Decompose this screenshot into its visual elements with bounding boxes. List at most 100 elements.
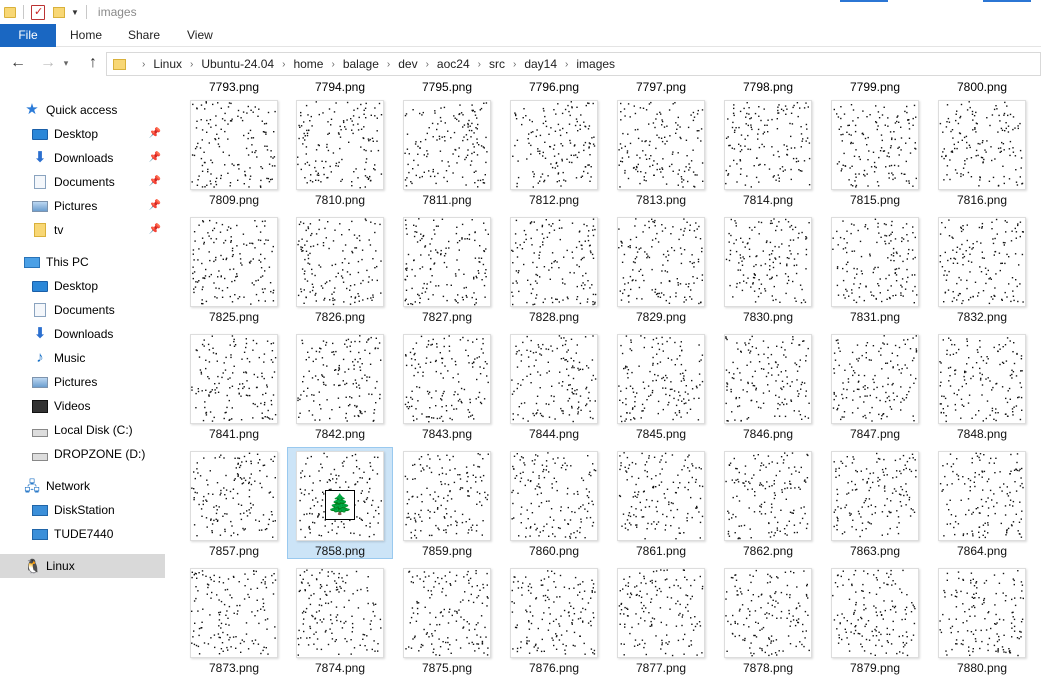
chevron-right-icon[interactable]: › (387, 59, 390, 70)
file-name-label[interactable]: 7880.png (929, 661, 1035, 677)
image-thumbnail[interactable] (938, 451, 1026, 541)
breadcrumb-aoc24[interactable]: aoc24 (437, 57, 470, 71)
image-thumbnail[interactable] (724, 217, 812, 307)
file-name-label[interactable]: 7815.png (822, 193, 928, 209)
file-item[interactable]: 7862.png (715, 447, 821, 561)
nav-pc-dropzone[interactable]: DROPZONE (D:) (0, 442, 165, 466)
image-thumbnail[interactable] (403, 217, 491, 307)
file-name-label[interactable]: 7794.png (287, 80, 393, 94)
image-thumbnail[interactable] (190, 451, 278, 541)
breadcrumb-images[interactable]: images (576, 57, 615, 71)
file-name-label[interactable]: 7875.png (394, 661, 500, 677)
file-name-label[interactable]: 7841.png (181, 427, 287, 443)
pin-icon[interactable]: 📌 (149, 200, 161, 211)
file-item[interactable]: 7841.png (181, 330, 287, 444)
file-name-label[interactable]: 7827.png (394, 310, 500, 326)
image-thumbnail[interactable] (938, 334, 1026, 424)
file-name-label[interactable]: 7842.png (287, 427, 393, 443)
breadcrumb-home[interactable]: home (293, 57, 323, 71)
file-item[interactable]: 7815.png (822, 96, 928, 210)
image-thumbnail[interactable] (938, 217, 1026, 307)
file-name-label[interactable]: 7816.png (929, 193, 1035, 209)
file-item[interactable]: 7809.png (181, 96, 287, 210)
chevron-right-icon[interactable]: › (426, 59, 429, 70)
file-name-label[interactable]: 7813.png (608, 193, 714, 209)
image-thumbnail[interactable] (724, 334, 812, 424)
file-name-label[interactable]: 7863.png (822, 544, 928, 560)
customize-quick-access-icon[interactable]: ▼ (71, 8, 79, 17)
file-item[interactable]: 7878.png (715, 564, 821, 678)
file-item[interactable]: 7829.png (608, 213, 714, 327)
nav-pc-documents[interactable]: Documents (0, 298, 165, 322)
image-thumbnail[interactable] (403, 100, 491, 190)
file-item[interactable]: 7880.png (929, 564, 1035, 678)
file-name-label[interactable]: 7812.png (501, 193, 607, 209)
pin-icon[interactable]: 📌 (149, 176, 161, 187)
file-name-label[interactable]: 7829.png (608, 310, 714, 326)
file-name-label[interactable]: 7810.png (287, 193, 393, 209)
file-name-label[interactable]: 7825.png (181, 310, 287, 326)
file-name-label[interactable]: 7795.png (394, 80, 500, 94)
file-item[interactable]: 7812.png (501, 96, 607, 210)
nav-pc-downloads[interactable]: ⬇ Downloads (0, 322, 165, 346)
file-name-label[interactable]: 7799.png (822, 80, 928, 94)
file-name-label[interactable]: 7798.png (715, 80, 821, 94)
tab-home[interactable]: Home (70, 24, 102, 47)
file-item[interactable]: 7879.png (822, 564, 928, 678)
file-name-label[interactable]: 7847.png (822, 427, 928, 443)
image-thumbnail[interactable] (617, 568, 705, 658)
breadcrumb-src[interactable]: src (489, 57, 505, 71)
file-item[interactable]: 7813.png (608, 96, 714, 210)
tab-file[interactable]: File (0, 24, 56, 47)
file-name-label[interactable]: 7793.png (181, 80, 287, 94)
image-thumbnail[interactable] (510, 100, 598, 190)
file-name-label[interactable]: 7846.png (715, 427, 821, 443)
image-thumbnail[interactable] (190, 334, 278, 424)
nav-quick-pictures[interactable]: Pictures 📌 (0, 194, 165, 218)
nav-pc-music[interactable]: ♪ Music (0, 346, 165, 370)
nav-quick-downloads[interactable]: ⬇ Downloads 📌 (0, 146, 165, 170)
up-arrow-icon[interactable]: ↑ (83, 53, 103, 73)
recent-locations-chevron-icon[interactable]: ▾ (60, 53, 72, 73)
image-thumbnail[interactable] (296, 217, 384, 307)
nav-network[interactable]: 🖧 Network (0, 474, 165, 498)
file-item[interactable]: 7832.png (929, 213, 1035, 327)
file-name-label[interactable]: 7873.png (181, 661, 287, 677)
nav-linux[interactable]: 🐧 Linux (0, 554, 165, 578)
file-name-label[interactable]: 7826.png (287, 310, 393, 326)
file-name-label[interactable]: 7814.png (715, 193, 821, 209)
breadcrumb-ubuntu[interactable]: Ubuntu-24.04 (201, 57, 274, 71)
image-thumbnail[interactable] (831, 100, 919, 190)
file-item[interactable]: 7814.png (715, 96, 821, 210)
file-item[interactable]: 7863.png (822, 447, 928, 561)
image-thumbnail[interactable] (403, 334, 491, 424)
file-item[interactable]: 7857.png (181, 447, 287, 561)
breadcrumb-linux[interactable]: Linux (153, 57, 182, 71)
file-name-label[interactable]: 7832.png (929, 310, 1035, 326)
properties-icon[interactable] (31, 4, 45, 20)
image-thumbnail[interactable] (831, 334, 919, 424)
image-thumbnail[interactable] (724, 568, 812, 658)
nav-quick-documents[interactable]: Documents 📌 (0, 170, 165, 194)
file-name-label[interactable]: 7848.png (929, 427, 1035, 443)
image-thumbnail[interactable] (403, 568, 491, 658)
file-name-label[interactable]: 7809.png (181, 193, 287, 209)
file-item[interactable]: 7874.png (287, 564, 393, 678)
image-thumbnail[interactable] (938, 100, 1026, 190)
file-item[interactable]: 7875.png (394, 564, 500, 678)
file-item[interactable]: 7810.png (287, 96, 393, 210)
image-thumbnail[interactable] (617, 100, 705, 190)
file-name-label[interactable]: 7857.png (181, 544, 287, 560)
file-name-label[interactable]: 7862.png (715, 544, 821, 560)
file-item[interactable]: 7859.png (394, 447, 500, 561)
image-thumbnail[interactable] (617, 451, 705, 541)
file-name-label[interactable]: 7858.png (287, 544, 393, 560)
chevron-right-icon[interactable]: › (478, 59, 481, 70)
file-item[interactable]: 7861.png (608, 447, 714, 561)
image-thumbnail[interactable] (190, 100, 278, 190)
file-item[interactable]: 7873.png (181, 564, 287, 678)
nav-network-diskstation[interactable]: DiskStation (0, 498, 165, 522)
nav-pc-desktop[interactable]: Desktop (0, 274, 165, 298)
file-name-label[interactable]: 7797.png (608, 80, 714, 94)
tab-share[interactable]: Share (128, 24, 160, 47)
